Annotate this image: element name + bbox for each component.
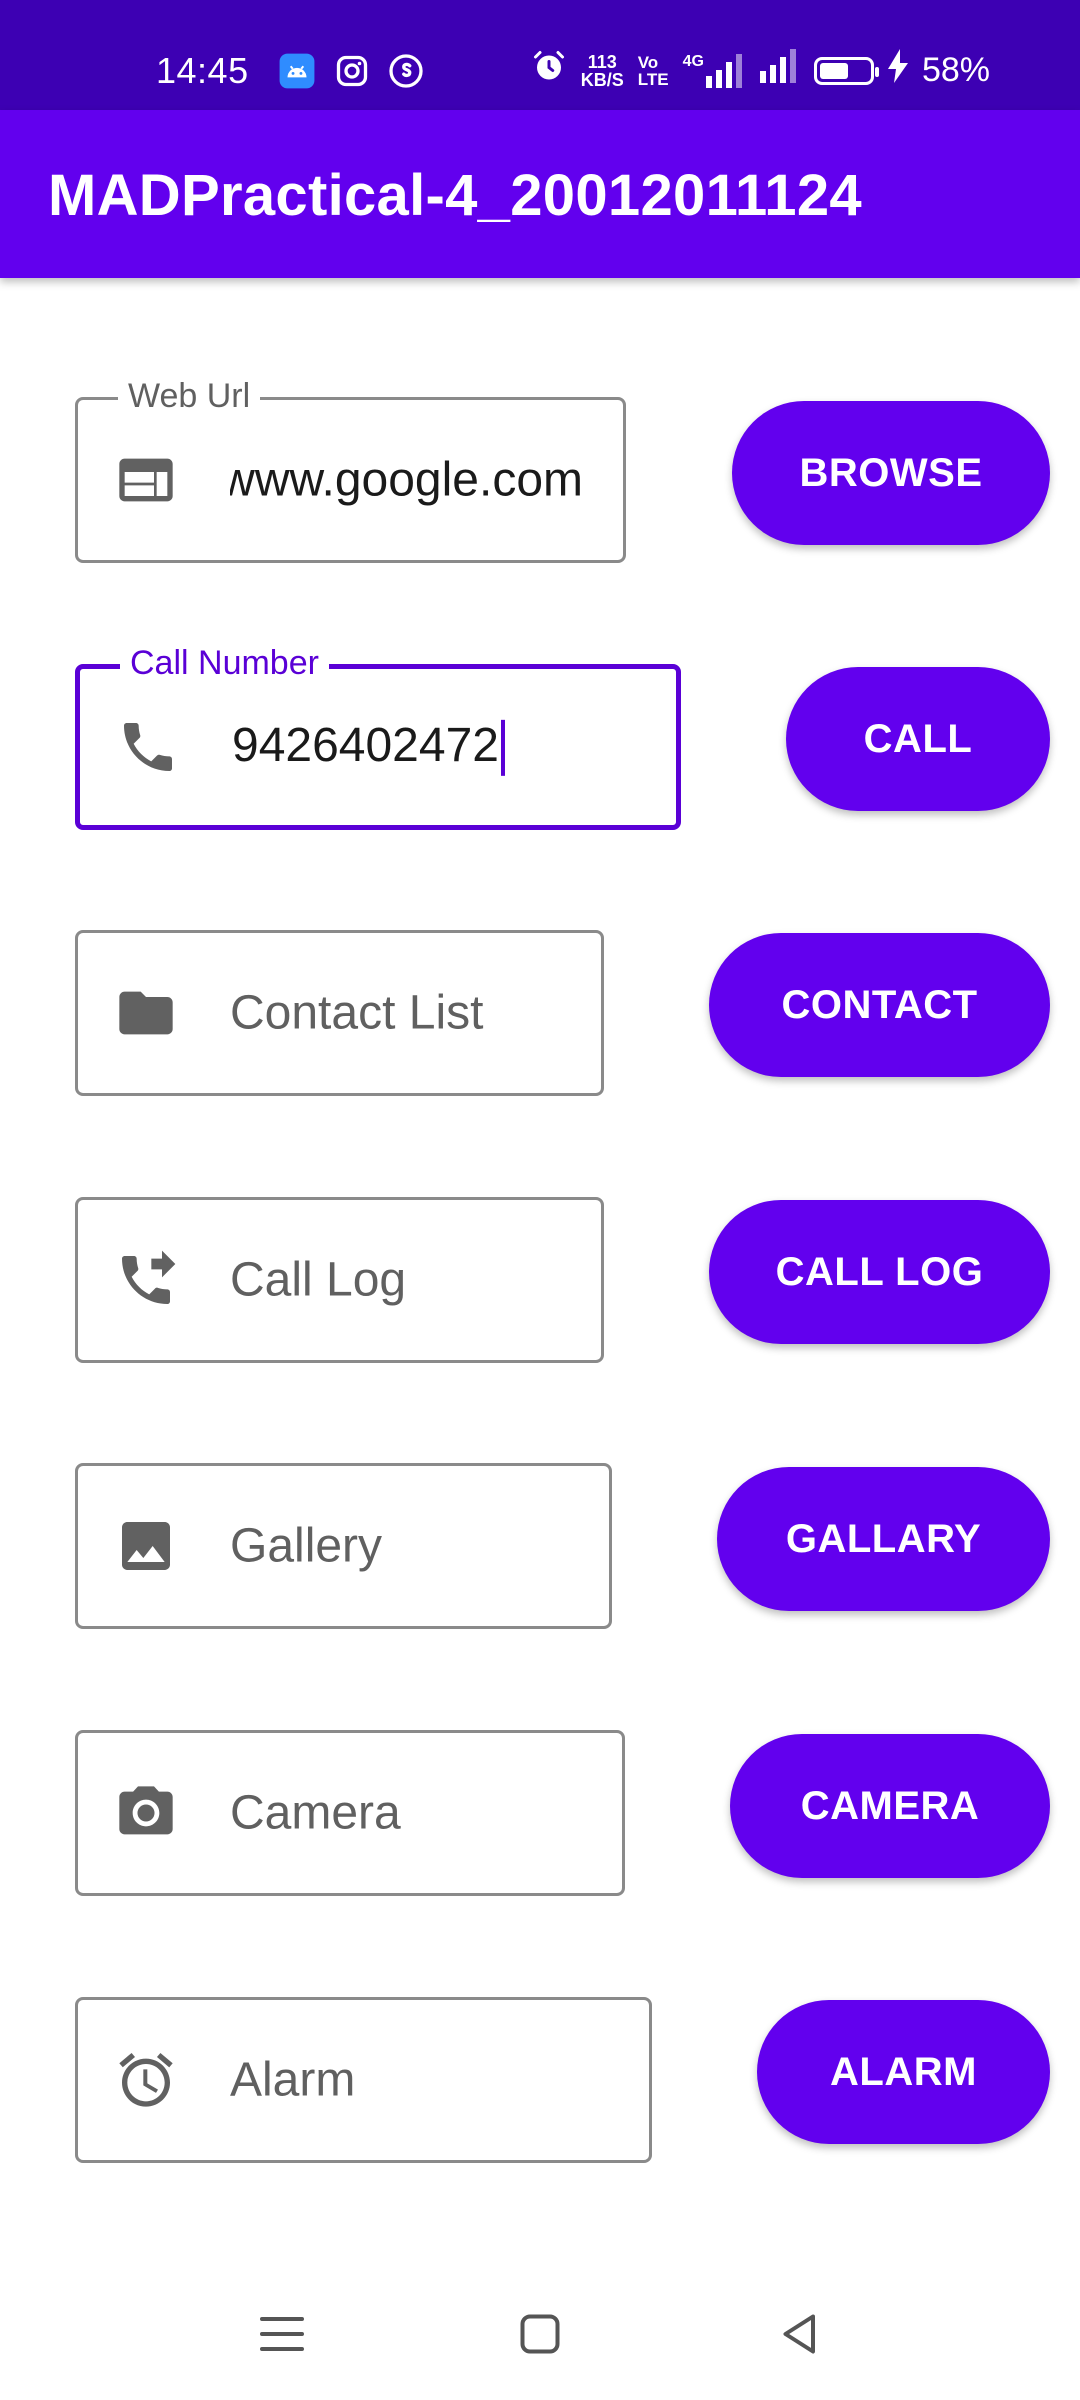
text-caret [500, 720, 505, 777]
gallery-field[interactable]: Gallery [75, 1463, 612, 1629]
call-log-button[interactable]: CALL LOG [709, 1200, 1050, 1344]
camera-button[interactable]: CAMERA [730, 1734, 1050, 1878]
web-url-label: Web Url [118, 376, 261, 416]
network-type: 4G [682, 52, 704, 70]
gallery-button[interactable]: GALLARY [717, 1467, 1050, 1611]
contact-list-input[interactable]: Contact List [230, 986, 483, 1041]
status-bar: 14:45 113 KB/S Vo LTE 4G 58% [0, 0, 1080, 110]
android-notification-icon [278, 52, 316, 95]
call-number-label: Call Number [120, 643, 329, 683]
battery-percent: 58% [921, 51, 990, 89]
charging-icon [887, 49, 908, 92]
web-url-input[interactable]: www.google.com [230, 453, 583, 508]
folder-icon [114, 981, 178, 1045]
call-number-input[interactable]: 9426402472 [232, 718, 636, 777]
notification-icons [278, 52, 424, 95]
browse-button[interactable]: BROWSE [732, 401, 1050, 545]
app-title: MADPractical-4_20012011124 [48, 163, 862, 228]
battery-icon [813, 56, 879, 85]
status-time: 14:45 [156, 50, 249, 91]
home-nav-icon[interactable] [510, 2304, 570, 2364]
camera-icon [114, 1781, 178, 1845]
call-log-field[interactable]: Call Log [75, 1197, 604, 1363]
battery-fill [819, 62, 848, 79]
menu-nav-icon[interactable] [252, 2304, 312, 2364]
web-url-field[interactable]: Web Url www.google.com [75, 376, 626, 563]
phone-icon [116, 715, 180, 779]
image-icon [114, 1514, 178, 1578]
app-bar: MADPractical-4_20012011124 [0, 110, 1080, 278]
contact-list-field[interactable]: Contact List [75, 930, 604, 1096]
back-nav-icon[interactable] [768, 2304, 828, 2364]
instagram-icon [334, 53, 370, 94]
alarm-icon [114, 2048, 178, 2112]
volte-bottom: LTE [637, 69, 669, 89]
camera-input[interactable]: Camera [230, 1786, 401, 1841]
network-speed-unit: KB/S [580, 69, 624, 90]
network-speed-value: 113 [587, 51, 617, 72]
volte-indicator: Vo LTE [638, 54, 669, 88]
call-number-text: 9426402472 [232, 718, 499, 772]
app-screen: 14:45 113 KB/S Vo LTE 4G 58% MADPractica… [0, 0, 1080, 2400]
navigation-bar [0, 2260, 1080, 2400]
signal-icon [759, 49, 800, 92]
gallery-input[interactable]: Gallery [230, 1519, 382, 1574]
status-right-group: 113 KB/S Vo LTE 4G 58% [531, 48, 990, 93]
call-number-field[interactable]: Call Number 9426402472 [75, 643, 681, 830]
phone-forwarded-icon [114, 1248, 178, 1312]
contact-button[interactable]: CONTACT [709, 933, 1050, 1077]
alarm-button[interactable]: ALARM [757, 2000, 1050, 2144]
call-log-input[interactable]: Call Log [230, 1253, 406, 1308]
call-button[interactable]: CALL [786, 667, 1050, 811]
signal-4g-icon: 4G [682, 52, 746, 88]
alarm-status-icon [531, 48, 567, 93]
web-icon [114, 448, 178, 512]
camera-field[interactable]: Camera [75, 1730, 625, 1896]
network-speed: 113 KB/S [581, 53, 624, 89]
alarm-input[interactable]: Alarm [230, 2053, 355, 2108]
alarm-field[interactable]: Alarm [75, 1997, 652, 2163]
shazam-icon [388, 53, 424, 94]
volte-top: Vo [637, 52, 659, 72]
